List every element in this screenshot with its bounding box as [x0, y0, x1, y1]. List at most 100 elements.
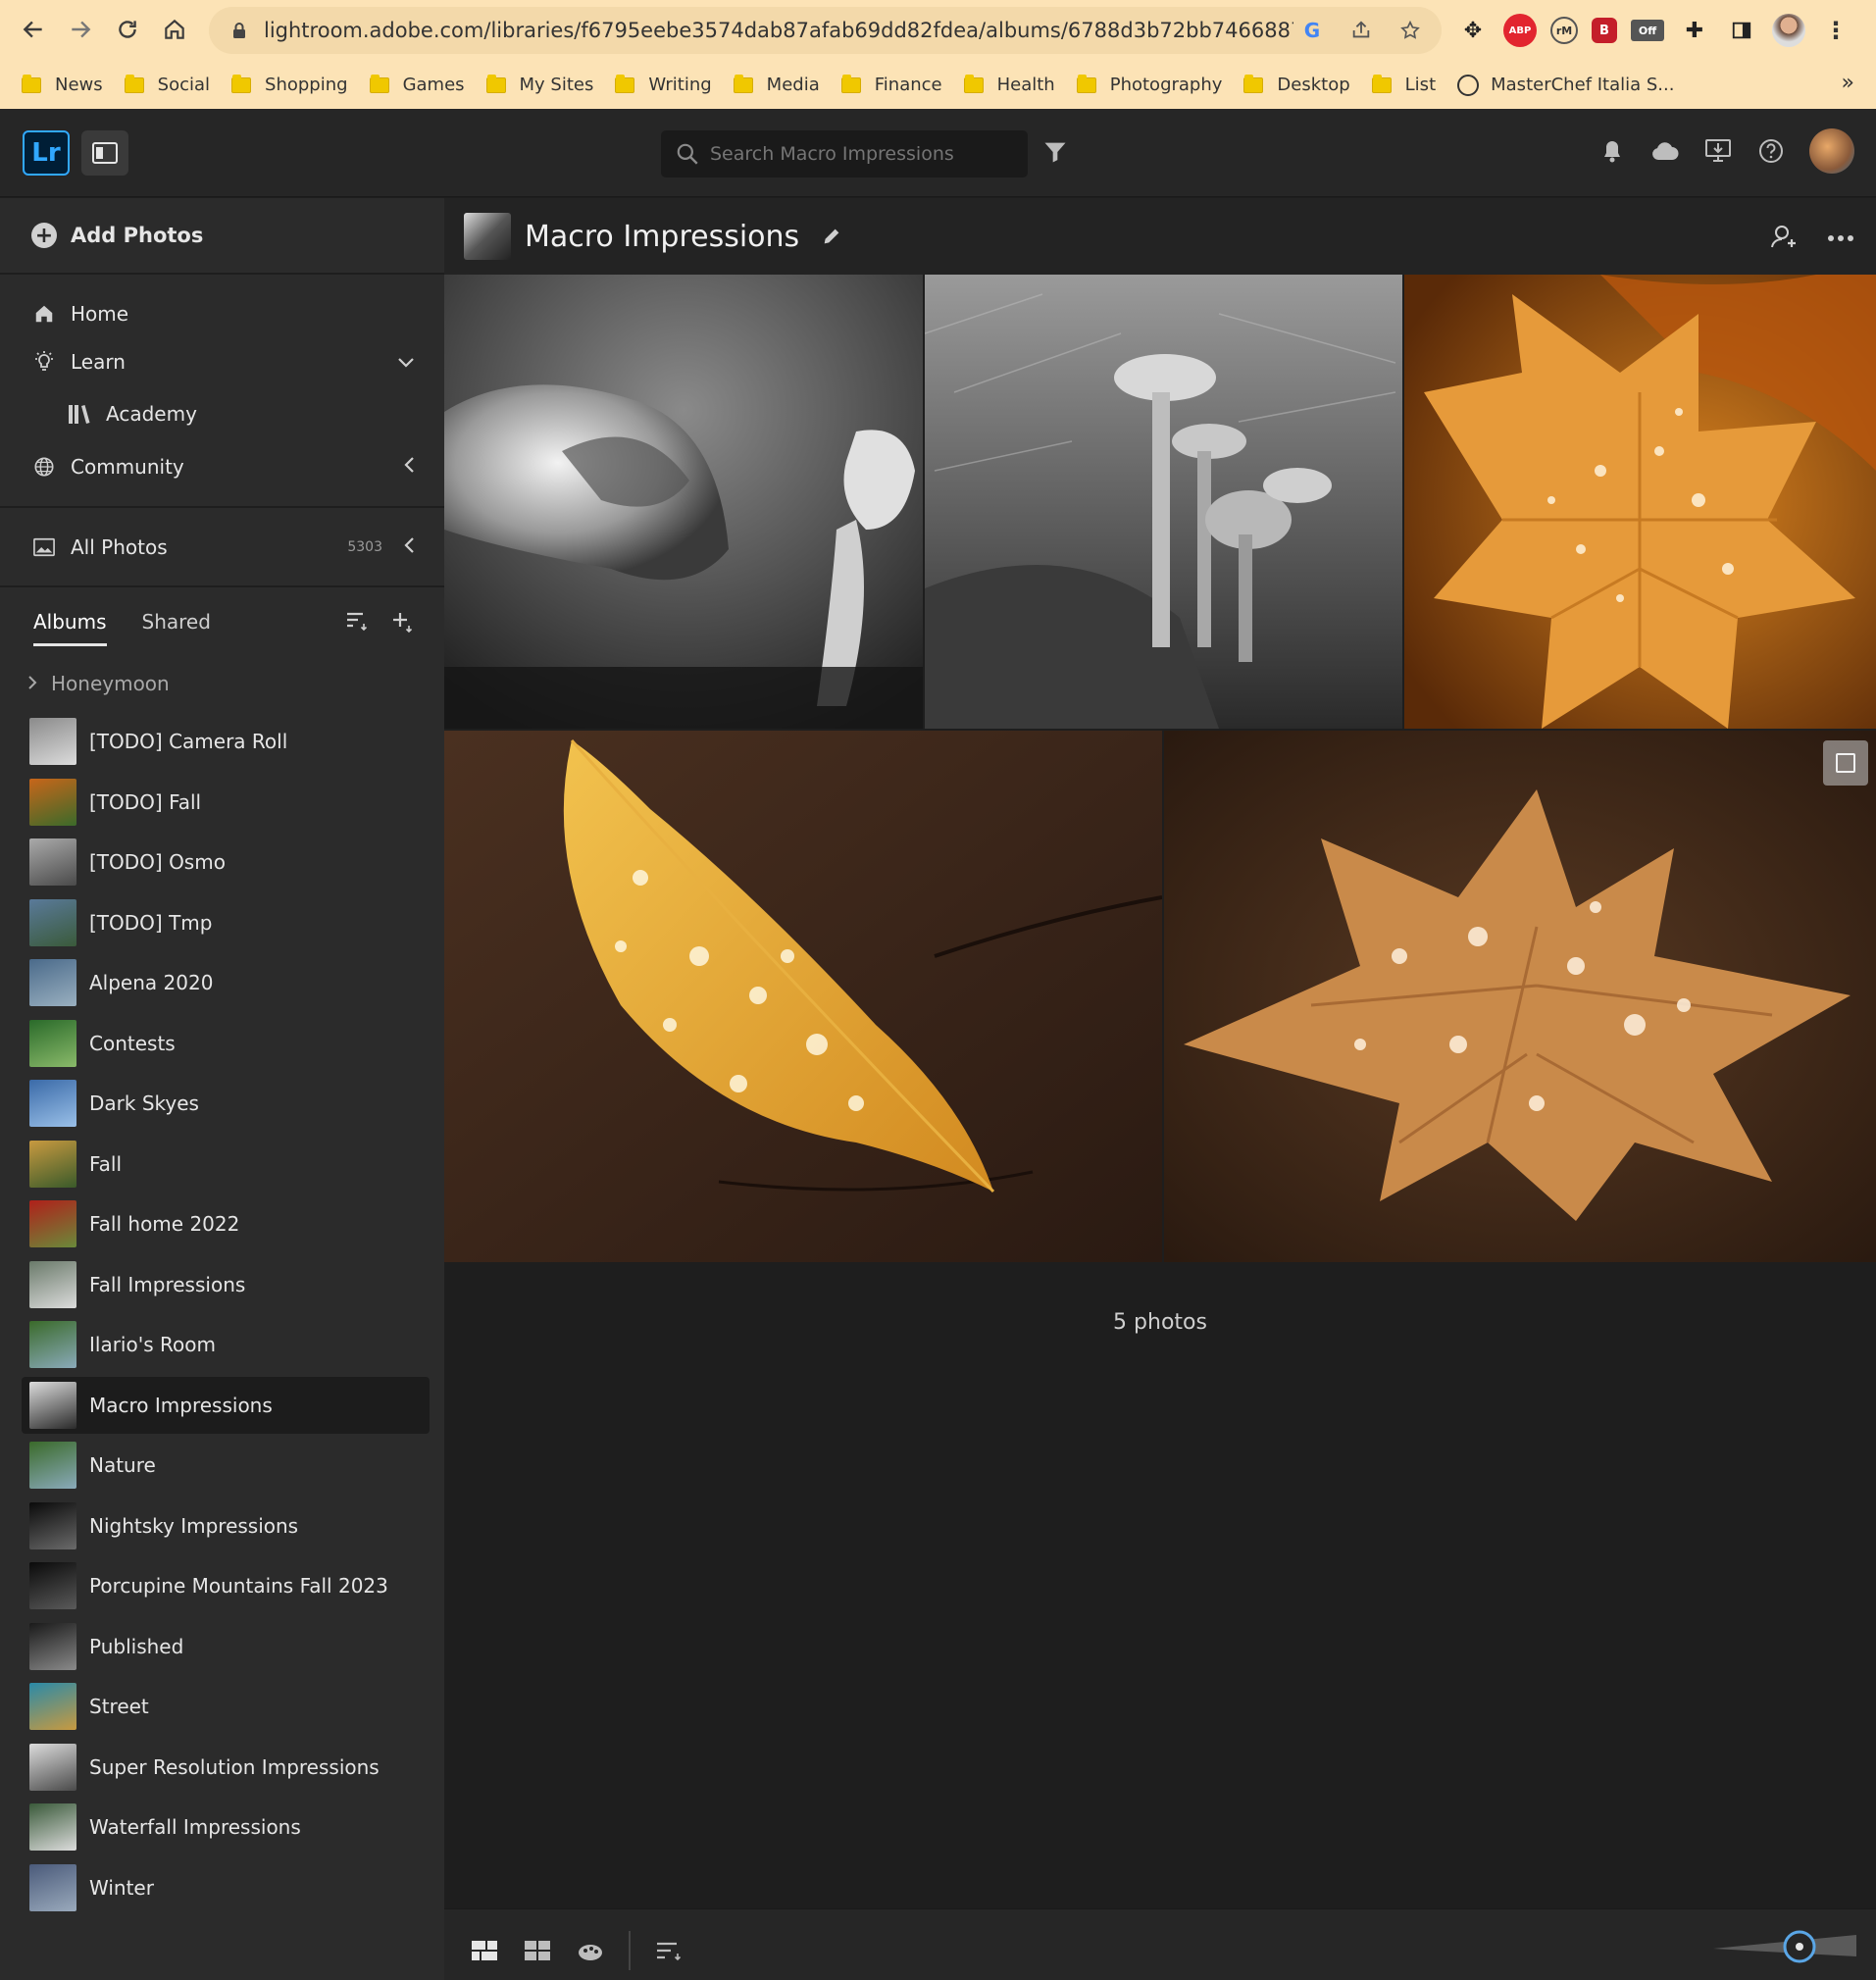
album-group-honeymoon[interactable]: Honeymoon — [27, 672, 170, 695]
nav-home[interactable]: Home — [0, 289, 444, 338]
album-thumbnail — [29, 1863, 76, 1911]
photo-tile[interactable] — [1404, 275, 1876, 729]
sidebar-album-item[interactable]: Dark Skyes — [22, 1075, 430, 1132]
bookmarks-bar: News Social Shopping Games My Sites Writing Me… — [0, 61, 1876, 109]
nav-learn[interactable]: Learn — [0, 337, 444, 386]
pencil-edit-icon[interactable] — [821, 226, 842, 247]
album-label: Ilario's Room — [89, 1333, 216, 1356]
sort-icon[interactable] — [654, 1936, 684, 1965]
b-extension-icon[interactable]: B — [1592, 18, 1617, 43]
address-bar[interactable]: lightroom.adobe.com/libraries/f6795eebe3… — [209, 7, 1442, 54]
paw-extension-icon[interactable]: ✥ — [1456, 14, 1490, 47]
sidebar-album-item[interactable]: [TODO] Tmp — [22, 894, 430, 951]
profile-avatar-icon[interactable] — [1772, 14, 1805, 47]
bookmark-folder[interactable]: Social — [124, 74, 210, 95]
album-thumbnail — [29, 959, 76, 1006]
sidebar-album-item[interactable]: Nature — [22, 1437, 430, 1494]
nav-academy[interactable]: Academy — [0, 389, 444, 438]
grid-square-view-icon[interactable] — [470, 1936, 499, 1965]
chevron-down-icon[interactable] — [397, 350, 415, 374]
sidebar-album-item[interactable]: Street — [22, 1678, 430, 1735]
sidebar-album-item[interactable]: Nightsky Impressions — [22, 1498, 430, 1554]
bookmark-label: Finance — [874, 75, 942, 95]
sidebar-album-item[interactable]: Fall Impressions — [22, 1256, 430, 1313]
album-label: Nature — [89, 1453, 156, 1477]
sidebar-album-item[interactable]: [TODO] Camera Roll — [22, 713, 430, 770]
rm-extension-icon[interactable]: rM — [1550, 17, 1578, 44]
sidebar-album-item[interactable]: Fall home 2022 — [22, 1195, 430, 1252]
sidebar-album-item[interactable]: Winter — [22, 1859, 430, 1916]
bookmark-folder[interactable]: Health — [963, 74, 1055, 95]
sidebar-album-item[interactable]: [TODO] Fall — [22, 774, 430, 831]
kebab-menu-icon[interactable]: ⋮ — [1819, 14, 1852, 47]
photo-tile[interactable] — [444, 731, 1162, 1262]
sort-icon[interactable] — [345, 610, 369, 639]
sidebar-album-item[interactable]: Porcupine Mountains Fall 2023 — [22, 1557, 430, 1614]
bookmark-site[interactable]: MasterChef Italia S... — [1457, 74, 1674, 96]
people-view-icon[interactable] — [576, 1936, 605, 1965]
tab-albums[interactable]: Albums — [33, 610, 107, 646]
bookmark-folder[interactable]: Shopping — [231, 74, 348, 95]
sidebar-album-item[interactable]: Contests — [22, 1015, 430, 1072]
nav-community[interactable]: Community — [0, 442, 444, 491]
sidebar-album-item[interactable]: Ilario's Room — [22, 1316, 430, 1373]
side-panel-icon[interactable] — [1725, 14, 1758, 47]
google-icon[interactable]: G — [1298, 17, 1326, 44]
nav-all-photos[interactable]: All Photos 5303 — [0, 523, 444, 572]
back-icon[interactable] — [16, 12, 51, 47]
reload-icon[interactable] — [110, 12, 145, 47]
star-icon[interactable] — [1396, 17, 1424, 44]
sidebar-album-item[interactable]: Macro Impressions — [22, 1376, 430, 1434]
filter-icon[interactable] — [1041, 138, 1069, 166]
more-options-icon[interactable] — [1827, 224, 1854, 255]
lightroom-logo[interactable]: Lr — [23, 130, 70, 176]
share-icon[interactable] — [1347, 17, 1375, 44]
grid-view-icon[interactable] — [523, 1936, 552, 1965]
notifications-bell-icon[interactable] — [1597, 136, 1627, 166]
search-box[interactable] — [661, 130, 1028, 178]
open-desktop-icon[interactable] — [1703, 136, 1733, 166]
bookmark-folder[interactable]: List — [1371, 74, 1436, 95]
sidebar-album-item[interactable]: [TODO] Osmo — [22, 834, 430, 890]
add-album-icon[interactable] — [390, 610, 414, 639]
forward-icon[interactable] — [63, 12, 98, 47]
abp-extension-icon[interactable]: ABP — [1503, 14, 1537, 47]
help-icon[interactable] — [1756, 136, 1786, 166]
folder-icon — [124, 74, 144, 93]
tab-shared[interactable]: Shared — [142, 610, 211, 646]
add-photos-button[interactable]: + Add Photos — [0, 198, 444, 275]
bookmark-folder[interactable]: Media — [733, 74, 820, 95]
photo-tile[interactable] — [1164, 731, 1876, 1262]
sidebar-album-item[interactable]: Waterfall Impressions — [22, 1799, 430, 1855]
home-browser-icon[interactable] — [157, 12, 192, 47]
sidebar-album-item[interactable]: Fall — [22, 1136, 430, 1193]
share-people-icon[interactable] — [1770, 224, 1800, 255]
photo-tile[interactable] — [925, 275, 1402, 729]
thumbnail-size-slider[interactable] — [1709, 1927, 1866, 1964]
bookmark-folder[interactable]: Desktop — [1243, 74, 1350, 95]
folder-icon — [1076, 74, 1096, 93]
bookmark-folder[interactable]: Writing — [615, 74, 712, 95]
sidebar-album-item[interactable]: Alpena 2020 — [22, 954, 430, 1011]
album-label: [TODO] Osmo — [89, 850, 226, 874]
photo-tile[interactable] — [444, 275, 923, 729]
album-label: Waterfall Impressions — [89, 1815, 301, 1839]
bookmark-label: Media — [766, 75, 820, 95]
sidebar-album-item[interactable]: Super Resolution Impressions — [22, 1739, 430, 1796]
off-extension-icon[interactable]: Off — [1631, 20, 1664, 41]
bookmark-folder[interactable]: My Sites — [485, 74, 593, 95]
sidebar-album-item[interactable]: Published — [22, 1618, 430, 1675]
search-input[interactable] — [710, 143, 1004, 165]
user-avatar[interactable] — [1809, 128, 1854, 174]
panel-toggle-button[interactable] — [81, 130, 128, 176]
photo-select-checkbox[interactable] — [1823, 740, 1868, 786]
bookmark-folder[interactable]: Photography — [1076, 74, 1222, 95]
bookmarks-overflow-icon[interactable]: » — [1842, 71, 1854, 95]
chevron-left-icon[interactable] — [403, 535, 415, 559]
puzzle-extension-icon[interactable]: ✚ — [1678, 14, 1711, 47]
bookmark-folder[interactable]: Finance — [840, 74, 942, 95]
bookmark-folder[interactable]: News — [22, 74, 103, 95]
bookmark-folder[interactable]: Games — [369, 74, 465, 95]
cloud-sync-icon[interactable] — [1650, 136, 1680, 166]
chevron-left-icon[interactable] — [403, 455, 415, 479]
